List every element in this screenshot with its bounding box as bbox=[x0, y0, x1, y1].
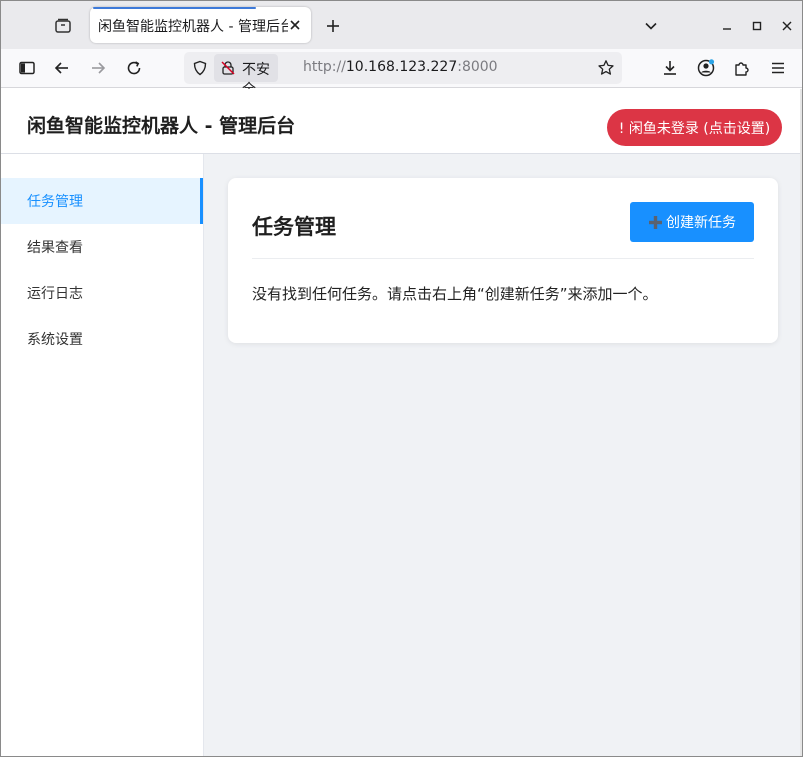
navigation-toolbar: 不安全 http://10.168.123.227:8000 bbox=[1, 49, 802, 98]
minimize-icon bbox=[723, 28, 731, 30]
account-button[interactable] bbox=[692, 54, 720, 82]
reload-icon bbox=[127, 61, 141, 75]
downloads-button[interactable] bbox=[656, 54, 684, 82]
card-divider bbox=[252, 258, 754, 259]
tab-title: 闲鱼智能监控机器人 - 管理后台 bbox=[98, 19, 288, 35]
app-header: 闲鱼智能监控机器人 - 管理后台 ! 闲鱼未登录 (点击设置) bbox=[1, 89, 802, 154]
page-right-edge bbox=[800, 89, 802, 756]
sidebar-toggle-button[interactable] bbox=[13, 54, 41, 82]
web-page: 闲鱼智能监控机器人 - 管理后台 ! 闲鱼未登录 (点击设置) 任务管理 结果查… bbox=[1, 89, 802, 756]
tab-strip: 闲鱼智能监控机器人 - 管理后台 bbox=[1, 1, 802, 49]
browser-tab-active[interactable]: 闲鱼智能监控机器人 - 管理后台 bbox=[90, 7, 311, 43]
create-task-label: 创建新任务 bbox=[666, 215, 736, 231]
tracking-protection-button[interactable] bbox=[190, 58, 210, 78]
insecure-lock-icon bbox=[221, 61, 235, 75]
new-tab-button[interactable] bbox=[319, 12, 347, 40]
site-security-button[interactable]: 不安全 bbox=[214, 54, 278, 98]
minimize-button[interactable] bbox=[716, 15, 738, 37]
sidebar: 任务管理 结果查看 运行日志 系统设置 bbox=[1, 154, 204, 756]
extensions-button[interactable] bbox=[728, 54, 756, 82]
arrow-right-icon bbox=[92, 62, 106, 74]
plus-icon bbox=[327, 20, 339, 32]
login-status-button[interactable]: ! 闲鱼未登录 (点击设置) bbox=[607, 109, 782, 146]
tab-loading-bar bbox=[93, 7, 256, 9]
task-management-card: 任务管理 创建新任务 没有找到任何任务。请点击右上角“创建新任务”来添加一个。 bbox=[228, 178, 778, 343]
bookmark-button[interactable] bbox=[596, 58, 616, 78]
card-title: 任务管理 bbox=[252, 215, 336, 239]
sidebar-item-settings[interactable]: 系统设置 bbox=[1, 316, 203, 362]
hamburger-menu-icon bbox=[772, 62, 784, 74]
account-icon bbox=[697, 59, 715, 77]
url-host: 10.168.123.227 bbox=[345, 59, 458, 75]
close-icon bbox=[290, 20, 300, 30]
url-bar[interactable]: 不安全 http://10.168.123.227:8000 bbox=[184, 52, 622, 98]
chevron-down-icon bbox=[645, 22, 657, 30]
sidebar-item-tasks[interactable]: 任务管理 bbox=[1, 178, 203, 224]
shield-icon bbox=[193, 60, 207, 76]
sidebar-item-results[interactable]: 结果查看 bbox=[1, 224, 203, 270]
back-button[interactable] bbox=[48, 54, 76, 82]
star-icon bbox=[598, 60, 614, 75]
sidebar-item-label: 运行日志 bbox=[27, 286, 83, 302]
reload-button[interactable] bbox=[120, 54, 148, 82]
sidebar-icon bbox=[19, 61, 35, 75]
url-scheme: http:// bbox=[303, 59, 346, 75]
arrow-left-icon bbox=[54, 62, 68, 74]
tab-list-button[interactable] bbox=[640, 15, 662, 37]
empty-state-message: 没有找到任何任务。请点击右上角“创建新任务”来添加一个。 bbox=[252, 285, 658, 303]
window-close-button[interactable] bbox=[776, 15, 798, 37]
sidebar-item-label: 系统设置 bbox=[27, 332, 83, 348]
sidebar-item-logs[interactable]: 运行日志 bbox=[1, 270, 203, 316]
forward-button[interactable] bbox=[84, 54, 112, 82]
sidebar-item-label: 结果查看 bbox=[27, 240, 83, 256]
maximize-icon bbox=[752, 21, 762, 31]
url-text[interactable]: http://10.168.123.227:8000 bbox=[303, 59, 498, 75]
tab-close-button[interactable] bbox=[287, 17, 303, 33]
close-icon bbox=[782, 21, 792, 31]
tab-overview-button[interactable] bbox=[48, 11, 78, 41]
sidebar-item-label: 任务管理 bbox=[27, 194, 83, 210]
download-icon bbox=[664, 61, 676, 75]
puzzle-icon bbox=[735, 62, 749, 76]
url-port: :8000 bbox=[457, 59, 498, 75]
app-menu-button[interactable] bbox=[764, 54, 792, 82]
page-title: 闲鱼智能监控机器人 - 管理后台 bbox=[27, 115, 296, 137]
tab-overview-icon bbox=[55, 18, 71, 33]
create-task-button[interactable]: 创建新任务 bbox=[630, 202, 754, 242]
maximize-button[interactable] bbox=[746, 15, 768, 37]
browser-window: 闲鱼智能监控机器人 - 管理后台 不安 http://10.168.123.22… bbox=[0, 0, 803, 757]
plus-icon bbox=[648, 215, 663, 230]
